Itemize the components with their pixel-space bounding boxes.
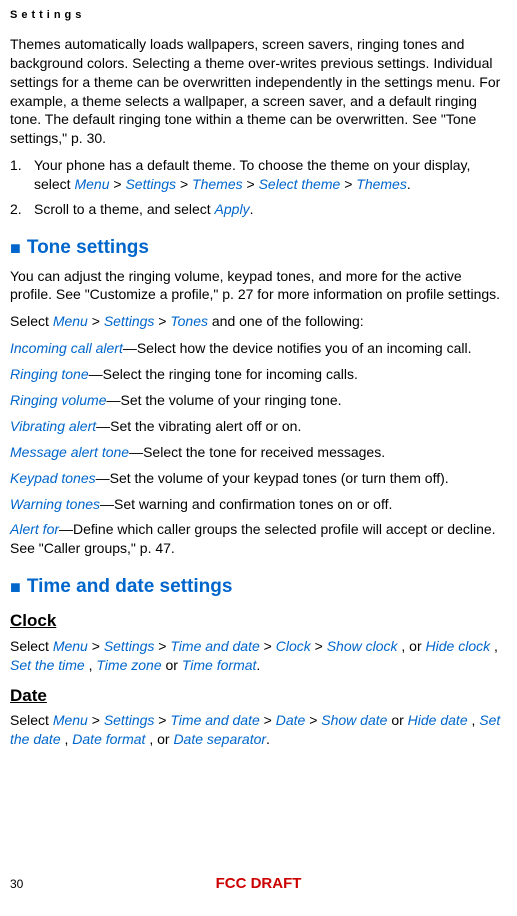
menu-link: Settings — [125, 176, 176, 192]
menu-link: Menu — [74, 176, 109, 192]
menu-link: Apply — [215, 201, 250, 217]
date-paragraph: Select Menu > Settings > Time and date >… — [10, 711, 507, 749]
clock-paragraph: Select Menu > Settings > Time and date >… — [10, 637, 507, 675]
option-desc: —Select the ringing tone for incoming ca… — [89, 366, 358, 382]
menu-link: Menu — [53, 313, 88, 329]
option-desc: —Set warning and confirmation tones on o… — [100, 496, 392, 512]
text: , or — [401, 638, 425, 654]
tone-option: Ringing tone—Select the ringing tone for… — [10, 365, 507, 384]
menu-link: Time and date — [170, 712, 259, 728]
menu-link: Menu — [53, 638, 88, 654]
menu-link: Settings — [104, 638, 155, 654]
menu-link: Themes — [356, 176, 407, 192]
step-content: Your phone has a default theme. To choos… — [34, 156, 507, 194]
tone-option: Incoming call alert—Select how the devic… — [10, 339, 507, 358]
timedate-settings-heading: ■ Time and date settings — [10, 574, 507, 600]
menu-link: Time format — [182, 657, 257, 673]
tone-option: Ringing volume—Set the volume of your ri… — [10, 391, 507, 410]
tone-option: Message alert tone—Select the tone for r… — [10, 443, 507, 462]
menu-link: Themes — [192, 176, 243, 192]
text: Select — [10, 712, 53, 728]
date-heading: Date — [10, 685, 507, 708]
fcc-draft-label: FCC DRAFT — [160, 874, 357, 894]
menu-link: Hide date — [408, 712, 468, 728]
tone-option: Warning tones—Set warning and confirmati… — [10, 495, 507, 514]
page-number: 30 — [10, 876, 160, 892]
option-desc: —Select how the device notifies you of a… — [123, 340, 472, 356]
option-desc: —Set the volume of your ringing tone. — [107, 392, 342, 408]
menu-link: Settings — [104, 712, 155, 728]
clock-heading: Clock — [10, 610, 507, 633]
menu-link: Show clock — [327, 638, 398, 654]
option-desc: —Set the vibrating alert off or on. — [96, 418, 301, 434]
page-header: Settings — [10, 8, 507, 23]
section-bullet-icon: ■ — [10, 236, 21, 260]
step-text: Scroll to a theme, and select — [34, 201, 215, 217]
text: and one of the following: — [212, 313, 364, 329]
option-name: Incoming call alert — [10, 340, 123, 356]
text: or — [391, 712, 407, 728]
option-desc: —Define which caller groups the selected… — [10, 521, 496, 556]
menu-link: Clock — [276, 638, 311, 654]
option-name: Ringing volume — [10, 392, 107, 408]
page-footer: 30 FCC DRAFT — [10, 874, 507, 894]
step-1: 1. Your phone has a default theme. To ch… — [10, 156, 507, 194]
menu-link: Select theme — [259, 176, 341, 192]
menu-link: Show date — [321, 712, 387, 728]
menu-link: Settings — [104, 313, 155, 329]
text: , — [494, 638, 498, 654]
section-bullet-icon: ■ — [10, 575, 21, 599]
text: Select — [10, 638, 53, 654]
text: Select — [10, 313, 53, 329]
menu-link: Date format — [72, 731, 145, 747]
menu-link: Time zone — [96, 657, 161, 673]
option-name: Keypad tones — [10, 470, 96, 486]
option-name: Alert for — [10, 521, 59, 537]
section-title: Tone settings — [27, 235, 149, 261]
step-2: 2. Scroll to a theme, and select Apply. — [10, 200, 507, 219]
option-name: Ringing tone — [10, 366, 89, 382]
step-number: 2. — [10, 200, 34, 219]
step-content: Scroll to a theme, and select Apply. — [34, 200, 507, 219]
option-desc: —Select the tone for received messages. — [129, 444, 385, 460]
step-number: 1. — [10, 156, 34, 194]
menu-link: Menu — [53, 712, 88, 728]
menu-link: Time and date — [170, 638, 259, 654]
tone-option: Vibrating alert—Set the vibrating alert … — [10, 417, 507, 436]
menu-link: Set the time — [10, 657, 85, 673]
option-name: Vibrating alert — [10, 418, 96, 434]
menu-link: Date separator — [173, 731, 266, 747]
section-title: Time and date settings — [27, 574, 233, 600]
option-name: Warning tones — [10, 496, 100, 512]
menu-link: Tones — [170, 313, 208, 329]
tone-option: Alert for—Define which caller groups the… — [10, 520, 507, 558]
text: or — [166, 657, 182, 673]
option-desc: —Set the volume of your keypad tones (or… — [96, 470, 449, 486]
text: , or — [149, 731, 173, 747]
tone-option: Keypad tones—Set the volume of your keyp… — [10, 469, 507, 488]
option-name: Message alert tone — [10, 444, 129, 460]
intro-paragraph: Themes automatically loads wallpapers, s… — [10, 35, 507, 148]
tone-intro: You can adjust the ringing volume, keypa… — [10, 267, 507, 305]
menu-link: Date — [276, 712, 306, 728]
tone-settings-heading: ■ Tone settings — [10, 235, 507, 261]
menu-link: Hide clock — [426, 638, 491, 654]
tone-select: Select Menu > Settings > Tones and one o… — [10, 312, 507, 331]
